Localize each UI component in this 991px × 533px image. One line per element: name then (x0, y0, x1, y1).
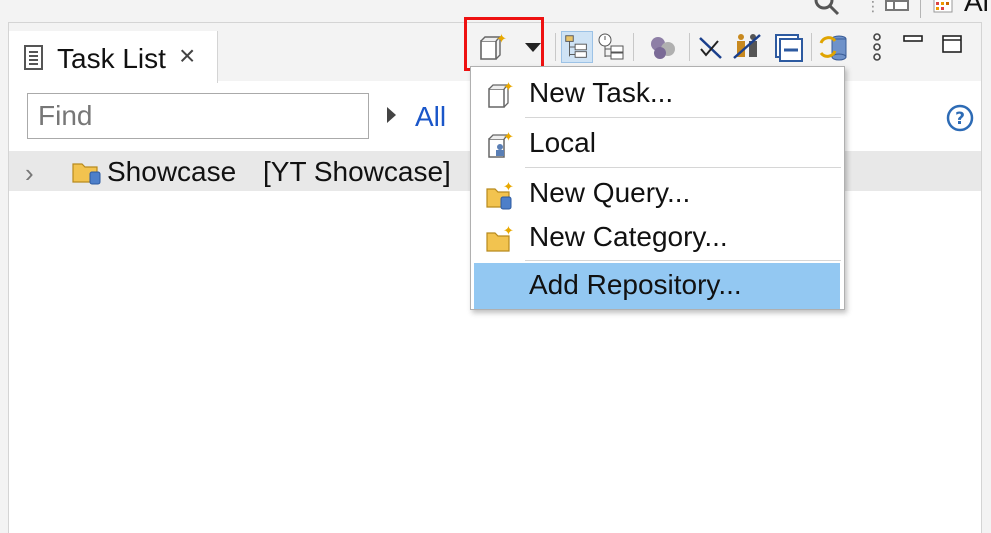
collapse-all-icon[interactable] (773, 31, 805, 63)
svg-text:?: ? (955, 109, 965, 129)
tree-item-name: Showcase (107, 156, 237, 187)
new-query-icon: ✦ (486, 180, 514, 210)
svg-text:✦: ✦ (503, 80, 514, 95)
maximize-icon[interactable] (937, 31, 969, 63)
close-icon[interactable]: × (179, 42, 195, 70)
menu-item-new-query[interactable]: ✦ New Query... (471, 171, 844, 217)
toolbar-separator (633, 33, 634, 61)
toolbar-grip: ⋮ (866, 0, 880, 14)
menu-item-label: New Query... (529, 177, 691, 208)
menu-item-local[interactable]: ✦ Local (471, 121, 844, 167)
categorized-icon[interactable] (561, 31, 593, 63)
app-icon[interactable] (930, 0, 960, 14)
menu-item-new-category[interactable]: ✦ New Category... (471, 215, 844, 261)
hide-completed-icon[interactable] (695, 31, 727, 63)
menu-item-new-task[interactable]: ✦ New Task... (471, 71, 844, 117)
tree-item-repository: [YT Showcase] (263, 156, 451, 187)
menu-item-add-repository[interactable]: Add Repository... (474, 263, 840, 309)
all-link[interactable]: All (415, 101, 446, 133)
focus-icon[interactable] (647, 31, 679, 63)
chevron-right-icon[interactable]: › (25, 158, 34, 189)
toolbar-separator (811, 33, 812, 61)
new-task-dropdown-menu: ✦ New Task... ✦ Local ✦ New Query... ✦ N… (470, 66, 845, 310)
menu-separator (525, 167, 841, 168)
local-task-icon: ✦ (488, 130, 514, 158)
menu-separator (525, 117, 841, 118)
highlight-box (464, 17, 544, 71)
app-label[interactable]: Al (964, 0, 989, 18)
scheduled-icon[interactable] (595, 31, 627, 63)
query-folder-icon (72, 163, 101, 185)
svg-text:✦: ✦ (503, 130, 514, 145)
menu-item-label: Local (529, 127, 596, 158)
toolbar-separator (689, 33, 690, 61)
help-icon[interactable]: ? (945, 103, 975, 133)
open-perspective-icon[interactable] (884, 0, 910, 14)
all-expand-icon[interactable] (387, 107, 396, 123)
toolbar-separator (920, 0, 921, 18)
task-list-icon (24, 45, 43, 70)
tab-task-list[interactable]: Task List × (9, 31, 218, 83)
menu-item-label: New Task... (529, 77, 674, 108)
menu-separator (525, 260, 841, 261)
tab-title: Task List (57, 43, 166, 74)
search-icon[interactable] (812, 0, 842, 18)
svg-text:✦: ✦ (503, 224, 514, 239)
new-category-icon: ✦ (486, 224, 514, 252)
presentation-icon[interactable] (731, 31, 763, 63)
find-input[interactable] (27, 93, 369, 139)
synchronize-icon[interactable] (817, 31, 849, 63)
toolbar-separator (555, 33, 556, 61)
menu-item-label: Add Repository... (529, 269, 742, 300)
svg-text:✦: ✦ (503, 180, 514, 195)
new-task-icon: ✦ (488, 80, 514, 108)
minimize-icon[interactable] (897, 31, 929, 63)
view-menu-icon[interactable] (861, 31, 893, 63)
menu-item-label: New Category... (529, 221, 728, 252)
